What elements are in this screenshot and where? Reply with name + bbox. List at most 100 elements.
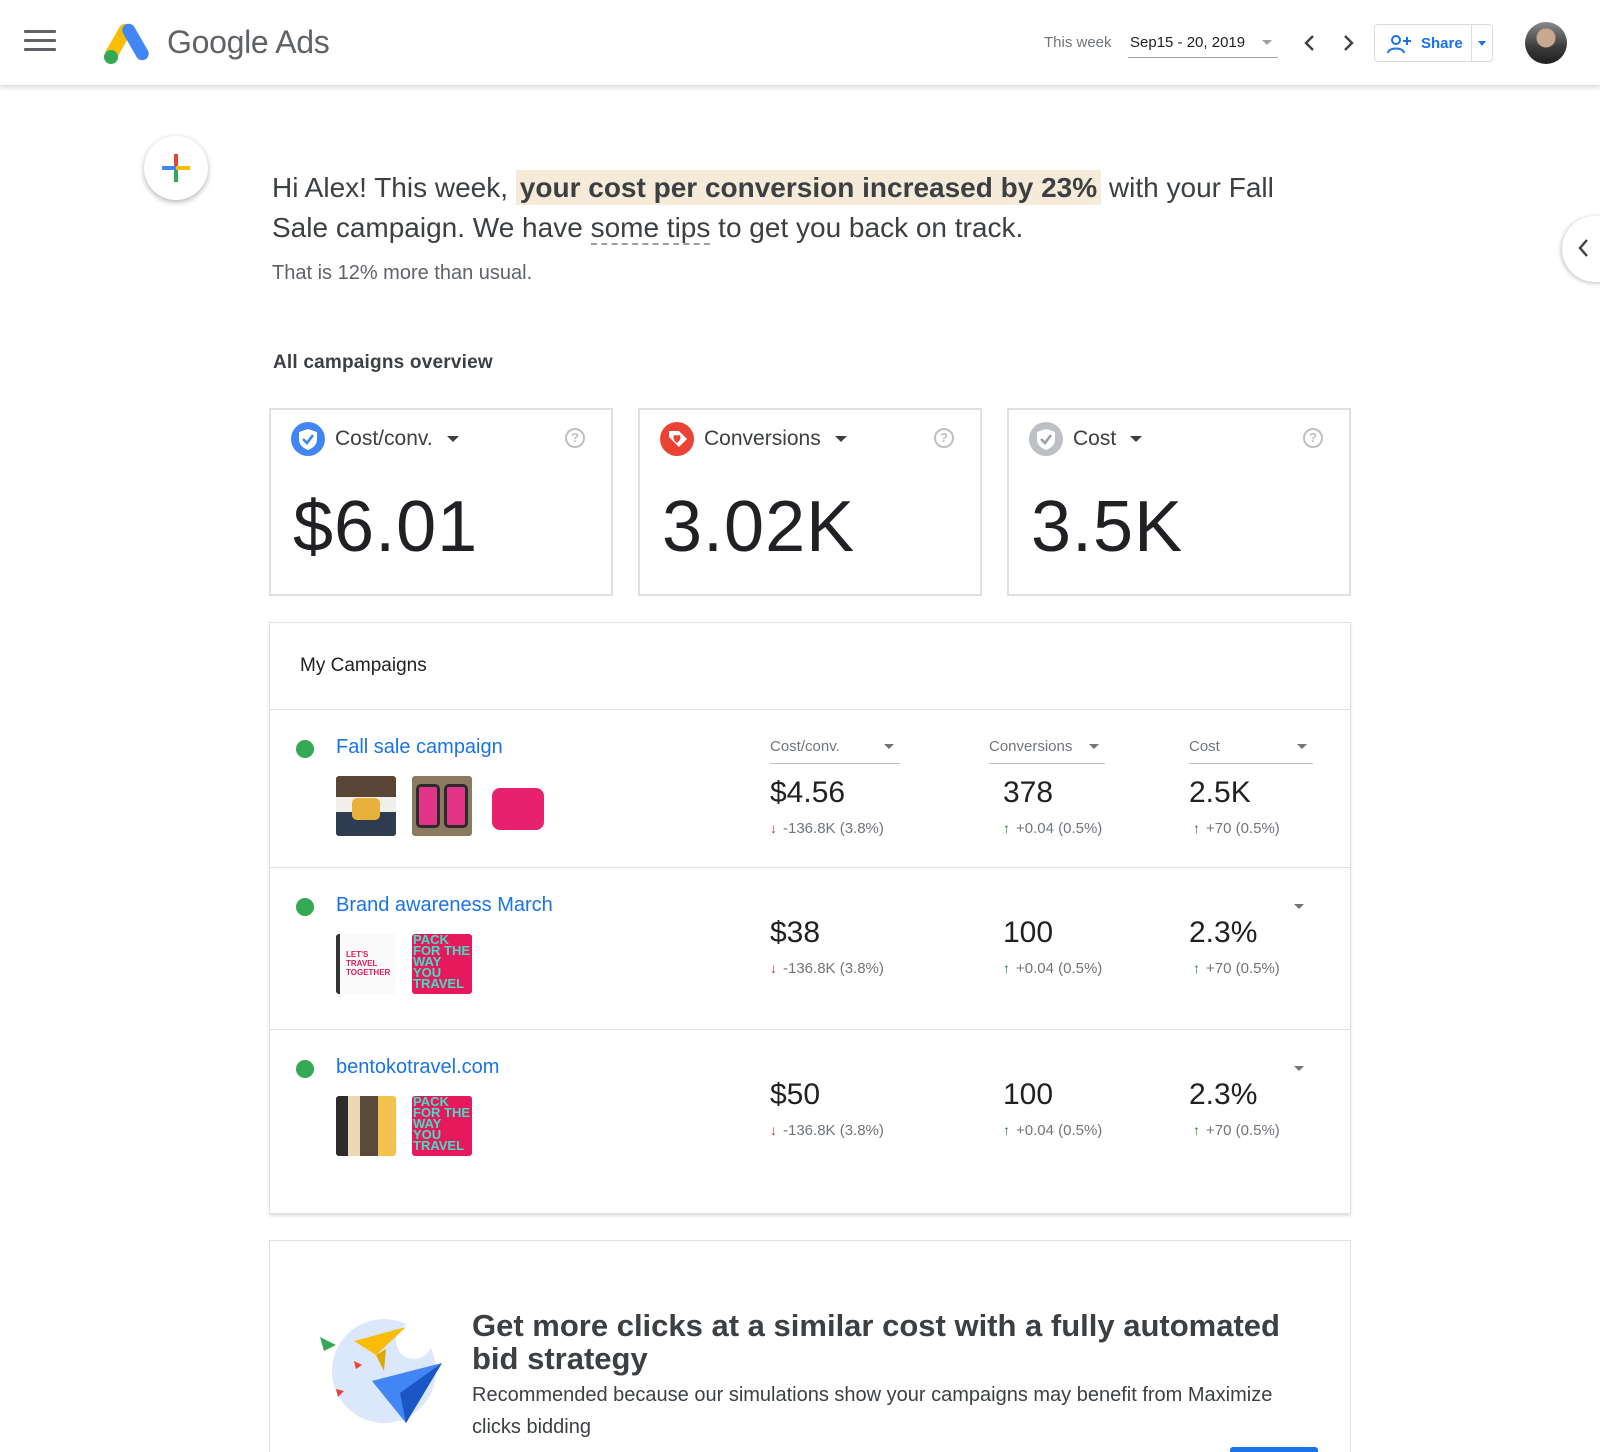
- ad-thumbnails: PACK FOR THE WAY YOU TRAVEL: [336, 1096, 472, 1156]
- caret-down-icon: [1297, 744, 1307, 749]
- greeting-message: Hi Alex! This week, your cost per conver…: [272, 168, 1292, 248]
- kpi-card-cost[interactable]: Cost ? 3.5K: [1007, 408, 1351, 596]
- thumbnail-text: LET'S TRAVEL TOGETHER: [346, 950, 391, 977]
- arrow-up-icon: ↑: [1003, 960, 1010, 976]
- ad-thumbnail-pack-for-the-way[interactable]: PACK FOR THE WAY YOU TRAVEL: [412, 1096, 472, 1156]
- ad-thumbnail-pack-for-the-way[interactable]: PACK FOR THE WAY YOU TRAVEL: [412, 934, 472, 994]
- help-icon[interactable]: ?: [934, 428, 954, 448]
- greeting-highlight: your cost per conversion increased by 23…: [515, 170, 1102, 205]
- arrow-down-icon: ↓: [770, 960, 777, 976]
- ad-thumbnail-pink-bag[interactable]: [488, 776, 548, 836]
- metric-delta: ↓ -136.8K (3.8%): [770, 1122, 900, 1139]
- metric-delta: ↑ +0.04 (0.5%): [1003, 960, 1133, 977]
- status-indicator: [296, 1060, 314, 1078]
- metric-value: 378: [1003, 776, 1054, 809]
- kpi-value: 3.5K: [1031, 487, 1184, 567]
- greeting-subtext: That is 12% more than usual.: [272, 262, 533, 284]
- plus-icon: [162, 154, 190, 182]
- campaign-row[interactable]: bentokotravel.com PACK FOR THE WAY YOU T…: [270, 1029, 1350, 1213]
- metric-value: 2.5K: [1189, 776, 1251, 809]
- greeting-end: to get you back on track.: [710, 212, 1024, 243]
- date-range-select[interactable]: Sep15 - 20, 2019: [1128, 26, 1278, 58]
- side-panel-toggle[interactable]: [1562, 216, 1600, 282]
- share-label: Share: [1421, 35, 1463, 52]
- campaign-name-link[interactable]: Fall sale campaign: [336, 736, 503, 759]
- metric-value: 2.3%: [1189, 1078, 1258, 1111]
- ad-thumbnail-bag-on-bed[interactable]: [336, 776, 396, 836]
- metric-cost: 2.3% ↑ +70 (0.5%): [1189, 904, 1319, 977]
- metric-conversions: Conversions 378 ↑ +0.04 (0.5%): [989, 738, 1105, 837]
- kpi-label[interactable]: Cost/conv.: [335, 427, 459, 451]
- status-indicator: [296, 898, 314, 916]
- metric-delta: ↑ +0.04 (0.5%): [989, 820, 1105, 837]
- metric-value: 100: [1003, 916, 1054, 949]
- column-header-cost-per-conversion[interactable]: Cost/conv.: [770, 738, 900, 764]
- chevron-left-icon: [1304, 35, 1314, 51]
- avatar[interactable]: [1525, 22, 1567, 64]
- kpi-card-cost-per-conversion[interactable]: Cost/conv. ? $6.01: [269, 408, 613, 596]
- metric-delta-text: -136.8K (3.8%): [783, 960, 884, 977]
- metric-delta: ↓ -136.8K (3.8%): [770, 960, 900, 977]
- ad-thumbnails: LET'S TRAVEL TOGETHER PACK FOR THE WAY Y…: [336, 934, 472, 994]
- google-ads-logo: [104, 23, 149, 64]
- tips-link[interactable]: some tips: [590, 212, 711, 245]
- my-campaigns-card: My Campaigns Fall sale campaign Cost/con…: [269, 622, 1351, 1214]
- help-icon[interactable]: ?: [1303, 428, 1323, 448]
- status-indicator: [296, 740, 314, 758]
- column-header-cost[interactable]: Cost: [1189, 738, 1313, 764]
- column-header-label: Cost: [1189, 738, 1220, 755]
- apply-recommendation-button[interactable]: [1230, 1447, 1318, 1452]
- ad-thumbnail-person-with-bag[interactable]: [336, 1096, 396, 1156]
- metric-delta-text: +70 (0.5%): [1206, 960, 1280, 977]
- caret-down-icon: [446, 436, 459, 443]
- metric-delta-text: +0.04 (0.5%): [1016, 960, 1103, 977]
- ad-thumbnail-travel-together[interactable]: LET'S TRAVEL TOGETHER: [336, 934, 396, 994]
- greeting-intro: Hi Alex! This week,: [272, 172, 516, 203]
- column-header-label: Cost/conv.: [770, 738, 840, 755]
- help-icon[interactable]: ?: [565, 428, 585, 448]
- kpi-card-conversions[interactable]: Conversions ? 3.02K: [638, 408, 982, 596]
- next-period-button[interactable]: [1334, 28, 1362, 58]
- kpi-label-text: Cost/conv.: [335, 427, 433, 450]
- metric-delta-text: -136.8K (3.8%): [783, 820, 884, 837]
- caret-down-icon: [1089, 744, 1099, 749]
- recommendation-card: Get more clicks at a similar cost with a…: [269, 1240, 1351, 1452]
- metric-delta-text: -136.8K (3.8%): [783, 1122, 884, 1139]
- week-label: This week: [1044, 34, 1112, 51]
- arrow-up-icon: ↑: [1193, 820, 1200, 836]
- menu-icon[interactable]: [24, 30, 56, 56]
- campaign-name-link[interactable]: Brand awareness March: [336, 894, 553, 917]
- top-app-bar: Google Ads This week Sep15 - 20, 2019 Sh…: [0, 0, 1600, 86]
- metric-delta: ↑ +0.04 (0.5%): [1003, 1122, 1133, 1139]
- campaign-row[interactable]: Brand awareness March LET'S TRAVEL TOGET…: [270, 867, 1350, 1029]
- column-header-label: Conversions: [989, 738, 1073, 755]
- column-header-conversions[interactable]: Conversions: [989, 738, 1105, 764]
- metric-cost-per-conversion: $38 ↓ -136.8K (3.8%): [770, 904, 900, 977]
- check-badge-icon: [1029, 422, 1063, 456]
- metric-value: $38: [770, 916, 821, 949]
- kpi-label[interactable]: Conversions: [704, 427, 847, 451]
- previous-period-button[interactable]: [1296, 28, 1324, 58]
- metric-delta-text: +70 (0.5%): [1206, 1122, 1280, 1139]
- kpi-label[interactable]: Cost: [1073, 427, 1143, 451]
- share-button[interactable]: Share: [1374, 24, 1493, 62]
- share-dropdown-icon[interactable]: [1478, 41, 1486, 46]
- metric-delta: ↑ +70 (0.5%): [1189, 960, 1319, 977]
- campaign-name-link[interactable]: bentokotravel.com: [336, 1056, 499, 1079]
- kpi-label-text: Cost: [1073, 427, 1117, 450]
- metric-delta: ↑ +70 (0.5%): [1189, 820, 1313, 837]
- campaign-row[interactable]: Fall sale campaign Cost/conv. $4.56 ↓ -13…: [270, 709, 1350, 867]
- metric-cost: Cost 2.5K ↑ +70 (0.5%): [1189, 738, 1313, 837]
- recommendation-headline: Get more clicks at a similar cost with a…: [472, 1308, 1280, 1376]
- create-button[interactable]: [144, 136, 208, 200]
- ad-thumbnail-packing-cubes[interactable]: [412, 776, 472, 836]
- kpi-label-text: Conversions: [704, 427, 821, 450]
- metric-value: $50: [770, 1078, 821, 1111]
- thumbnail-text: PACK FOR THE WAY YOU TRAVEL: [413, 1096, 471, 1153]
- metric-conversions: 100 ↑ +0.04 (0.5%): [1003, 1066, 1133, 1139]
- app-brand: Google Ads: [167, 24, 330, 60]
- kpi-value: 3.02K: [662, 487, 856, 567]
- arrow-down-icon: ↓: [770, 820, 777, 836]
- metric-delta: ↓ -136.8K (3.8%): [770, 820, 900, 837]
- date-range-value: Sep15 - 20, 2019: [1130, 34, 1246, 51]
